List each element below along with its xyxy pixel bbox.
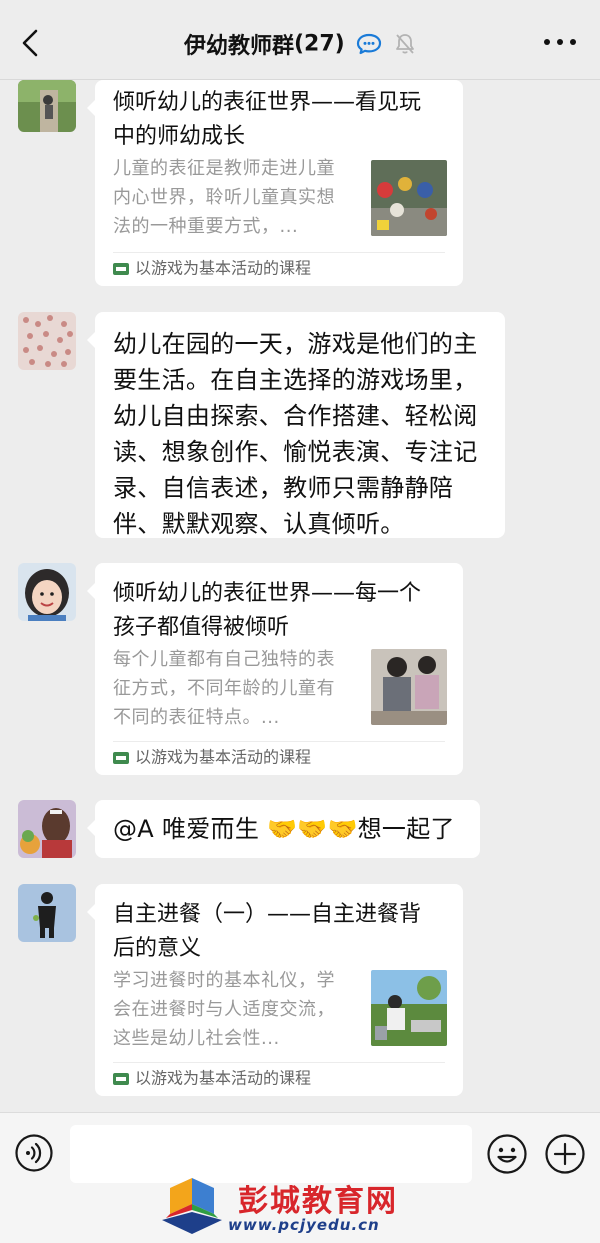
plus-icon[interactable]: [544, 1133, 586, 1175]
avatar[interactable]: [18, 80, 76, 132]
more-dots-icon[interactable]: [542, 32, 578, 52]
card-thumbnail: [371, 160, 447, 236]
mute-bell-icon: [396, 34, 414, 54]
watermark-name: 彭城教育网: [238, 1184, 398, 1219]
chat-title-group[interactable]: 伊幼教师群(27): [0, 28, 600, 60]
book-logo-icon: [162, 1178, 222, 1234]
avatar[interactable]: [18, 800, 76, 858]
source-logo-icon: [113, 751, 129, 764]
card-divider: [113, 1062, 445, 1063]
card-title: 倾听幼儿的表征世界——每一个孩子都值得被倾听: [113, 581, 422, 640]
chat-title: 伊幼教师群: [183, 34, 294, 59]
text-message[interactable]: @A 唯爱而生 🤝🤝🤝想一起了: [87, 800, 480, 858]
voice-icon[interactable]: [14, 1133, 54, 1173]
watermark: 彭城教育网 www.pcjyedu.cn: [156, 1172, 436, 1240]
emoji-icon[interactable]: [486, 1133, 528, 1175]
card-divider: [113, 741, 445, 742]
card-thumbnail: [371, 649, 447, 725]
card-thumbnail: [371, 970, 447, 1046]
article-card[interactable]: 倾听幼儿的表征世界——看见玩中的师幼成长 儿童的表征是教师走进儿童内心世界，聆听…: [87, 80, 463, 286]
avatar[interactable]: [18, 563, 76, 621]
message-text: 幼儿在园的一天，游戏是他们的主要生活。在自主选择的游戏场里，幼儿自由探索、合作搭…: [113, 330, 478, 538]
speech-bubble-icon: [357, 33, 382, 55]
card-divider: [113, 252, 445, 253]
card-source: 以游戏为基本活动的课程: [113, 1064, 311, 1092]
card-description: 儿童的表征是教师走进儿童内心世界，聆听儿童真实想法的一种重要方式，...: [113, 158, 335, 237]
source-logo-icon: [113, 262, 129, 275]
text-message[interactable]: 幼儿在园的一天，游戏是他们的主要生活。在自主选择的游戏场里，幼儿自由探索、合作搭…: [87, 312, 505, 538]
watermark-url: www.pcjyedu.cn: [228, 1216, 380, 1234]
card-source: 以游戏为基本活动的课程: [113, 743, 311, 771]
card-source: 以游戏为基本活动的课程: [113, 254, 311, 282]
article-card[interactable]: 自主进餐（一）——自主进餐背后的意义 学习进餐时的基本礼仪，学会在进餐时与人适度…: [87, 884, 463, 1096]
source-logo-icon: [113, 1072, 129, 1085]
article-card[interactable]: 倾听幼儿的表征世界——每一个孩子都值得被倾听 每个儿童都有自己独特的表征方式，不…: [87, 563, 463, 775]
card-title: 倾听幼儿的表征世界——看见玩中的师幼成长: [113, 90, 422, 149]
chat-header: 伊幼教师群(27): [0, 0, 600, 80]
avatar[interactable]: [18, 884, 76, 942]
card-title: 自主进餐（一）——自主进餐背后的意义: [113, 902, 422, 961]
message-text: @A 唯爱而生 🤝🤝🤝想一起了: [113, 815, 455, 843]
member-count: (27): [293, 31, 345, 57]
card-description: 学习进餐时的基本礼仪，学会在进餐时与人适度交流，这些是幼儿社会性...: [113, 970, 335, 1049]
card-description: 每个儿童都有自己独特的表征方式，不同年龄的儿童有不同的表征特点。...: [113, 649, 335, 728]
avatar[interactable]: [18, 312, 76, 370]
